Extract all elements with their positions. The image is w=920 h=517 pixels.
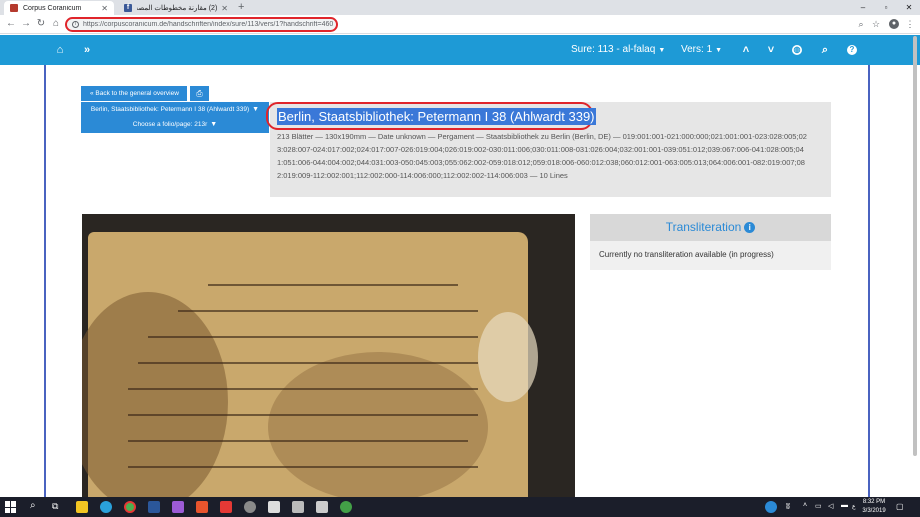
parchment-page — [82, 232, 538, 497]
close-tab-icon[interactable]: ✕ — [221, 4, 228, 13]
folio-dropdown-label: Choose a folio/page: 213r — [132, 121, 208, 128]
site-info-icon[interactable]: i — [72, 21, 79, 28]
network-icon[interactable]: ▭ — [815, 502, 822, 510]
task-view-icon[interactable]: ⧉ — [52, 501, 58, 512]
transliteration-header: Transliteration i — [590, 214, 831, 241]
chevron-down-icon: ▼ — [252, 106, 260, 113]
script-line — [148, 336, 478, 338]
volume-icon[interactable]: ◁ — [828, 502, 833, 510]
manuscript-description: 213 Blätter — 130x190mm — Date unknown —… — [277, 132, 807, 180]
script-line — [128, 466, 478, 468]
info-icon[interactable]: i — [744, 222, 756, 233]
manuscript-selector-panel: Berlin, Staatsbibliothek: Petermann I 38… — [81, 102, 269, 133]
star-icon[interactable]: ☆ — [870, 17, 882, 31]
url-text: https://corpuscoranicum.de/handschriften… — [83, 21, 334, 28]
new-tab-button[interactable]: + — [238, 1, 244, 14]
maximize-button[interactable]: ▫ — [875, 0, 897, 15]
forward-arrow-icon[interactable]: → — [19, 17, 33, 31]
notifications-icon[interactable]: ▢ — [896, 502, 904, 511]
language-indicator[interactable]: ع — [852, 503, 856, 510]
windows-start-icon[interactable] — [5, 501, 17, 513]
search-icon[interactable]: ⌕ — [855, 17, 867, 31]
app-icon[interactable] — [292, 501, 304, 513]
facebook-favicon-icon: f — [124, 4, 132, 12]
forward-icon[interactable]: » — [80, 35, 94, 65]
page-scrollbar[interactable] — [913, 36, 917, 456]
windows-taskbar: ⌕ ⧉ ʬ ˄ ▭ ◁ ▬ ع 8:32 PM 3/3/2019 ▢ — [0, 497, 920, 517]
back-arrow-icon[interactable]: ← — [4, 17, 18, 31]
script-line — [178, 310, 478, 312]
manuscript-dropdown[interactable]: Berlin, Staatsbibliothek: Petermann I 38… — [81, 106, 269, 113]
chevron-down-icon: ▼ — [210, 121, 218, 128]
app-icon[interactable] — [316, 501, 328, 513]
minimize-button[interactable]: – — [852, 0, 874, 15]
people-icon[interactable]: ʬ — [786, 502, 790, 511]
back-to-overview-button[interactable]: « Back to the general overview — [81, 86, 187, 101]
app-icon[interactable] — [340, 501, 352, 513]
clock-date[interactable]: 3/3/2019 — [862, 508, 886, 514]
site-navbar: ⌂ » Sure: 113 - al-falaq ▼ Vers: 1 ▼ ˄ ˅ ◍… — [0, 35, 920, 65]
file-explorer-icon[interactable] — [76, 501, 88, 513]
browser-toolbar: ← → ↻ ⌂ i https://corpuscoranicum.de/han… — [0, 15, 920, 34]
script-line — [208, 284, 458, 286]
manuscript-dropdown-label: Berlin, Staatsbibliothek: Petermann I 38… — [90, 106, 250, 113]
chevron-up-icon[interactable]: ˄ — [803, 502, 807, 509]
sura-label: Sure: 113 - al-falaq — [571, 44, 656, 55]
chevron-down-icon: ▼ — [658, 47, 666, 54]
chevron-down-icon: ▼ — [715, 47, 723, 54]
worn-area — [478, 312, 538, 402]
telegram-icon[interactable] — [100, 501, 112, 513]
address-bar[interactable]: i https://corpuscoranicum.de/handschrift… — [65, 17, 338, 32]
menu-icon[interactable]: ⋮ — [904, 17, 916, 31]
app-icon[interactable] — [196, 501, 208, 513]
script-line — [138, 362, 478, 364]
profile-icon[interactable]: ● — [889, 19, 899, 29]
app-icon[interactable] — [244, 501, 256, 513]
sura-dropdown[interactable]: Sure: 113 - al-falaq ▼ — [571, 35, 665, 65]
stain-area — [268, 352, 488, 497]
folio-dropdown[interactable]: Choose a folio/page: 213r ▼ — [81, 121, 269, 128]
close-tab-icon[interactable]: ✕ — [101, 4, 108, 13]
tab-title: Corpus Coranicum — [23, 4, 82, 12]
manuscript-title: Berlin, Staatsbibliothek: Petermann I 38… — [277, 108, 596, 125]
globe-icon[interactable]: ◍ — [790, 35, 804, 65]
tab-title: (2) مقارنة مخطوطات المصحف — [137, 5, 218, 12]
word-icon[interactable] — [148, 501, 160, 513]
home-icon[interactable]: ⌂ — [53, 35, 67, 65]
transliteration-heading: Transliteration — [665, 220, 742, 234]
search-icon[interactable]: ⌕ — [30, 500, 36, 511]
browser-tab-corpus[interactable]: Corpus Coranicum ✕ — [4, 1, 114, 15]
reload-icon[interactable]: ↻ — [34, 17, 48, 31]
app-icon[interactable] — [172, 501, 184, 513]
print-button[interactable]: ⎙ — [190, 86, 209, 101]
home-icon[interactable]: ⌂ — [49, 17, 63, 31]
corpus-favicon-icon — [10, 4, 18, 12]
photos-icon[interactable] — [268, 501, 280, 513]
browser-tab-bar: Corpus Coranicum ✕ f (2) مقارنة مخطوطات … — [0, 0, 920, 15]
verse-label: Vers: 1 — [681, 44, 713, 55]
chrome-icon[interactable] — [124, 501, 136, 513]
battery-icon[interactable]: ▬ — [841, 502, 848, 509]
browser-tab-facebook[interactable]: f (2) مقارنة مخطوطات المصحف ✕ — [118, 1, 234, 15]
script-line — [128, 388, 478, 390]
help-icon[interactable]: ? — [845, 35, 859, 65]
manuscript-image[interactable] — [82, 214, 575, 497]
search-icon[interactable]: ⌕ — [818, 35, 832, 65]
app-icon[interactable] — [220, 501, 232, 513]
verse-dropdown[interactable]: Vers: 1 ▼ — [681, 35, 722, 65]
chevron-down-icon[interactable]: ˅ — [764, 35, 778, 65]
script-line — [128, 414, 478, 416]
script-line — [128, 440, 468, 442]
transliteration-body: Currently no transliteration available (… — [590, 241, 831, 270]
tray-app-icon[interactable] — [765, 501, 777, 513]
chevron-up-icon[interactable]: ˄ — [739, 35, 753, 65]
close-window-button[interactable]: ✕ — [898, 0, 920, 15]
clock-time[interactable]: 8:32 PM — [862, 499, 886, 505]
